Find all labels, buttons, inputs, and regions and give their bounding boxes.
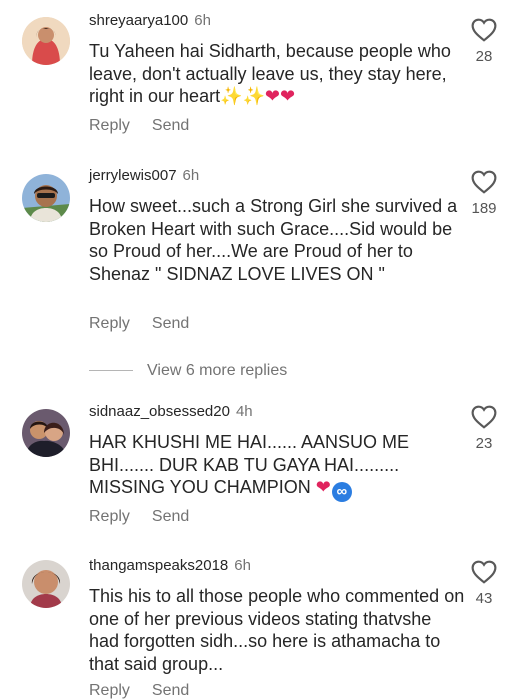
red-heart-icon: ❤ [315,477,331,497]
sparkles-icon: ✨✨ [220,86,265,106]
comment-text: How sweet...such a Strong Girl she survi… [89,195,465,285]
username[interactable]: shreyaarya100 [89,12,188,29]
heart-outline-icon[interactable] [471,18,497,42]
view-more-label[interactable]: View 6 more replies [147,362,287,379]
comment-body: This his to all those people who comment… [89,586,465,674]
like-count: 189 [471,200,497,217]
username[interactable]: sidnaaz_obsessed20 [89,403,230,420]
avatar[interactable] [22,174,70,222]
red-heart-icon: ❤❤ [264,86,296,106]
comment-text: HAR KHUSHI ME HAI...... AANSUO ME BHI...… [89,431,465,502]
comment-actions: Reply Send [89,682,189,700]
comment-text: Tu Yaheen hai Sidharth, because people w… [89,40,465,108]
reply-button[interactable]: Reply [89,508,130,525]
comment-meta: shreyaarya100 6h [89,12,211,30]
avatar[interactable] [22,560,70,608]
heart-outline-icon[interactable] [471,170,497,194]
comment-body: HAR KHUSHI ME HAI...... AANSUO ME BHI...… [89,432,410,497]
like-count: 43 [475,590,493,607]
like-count: 23 [475,435,493,452]
send-button[interactable]: Send [152,682,189,699]
comment-body: How sweet...such a Strong Girl she survi… [89,196,458,284]
comment-text: This his to all those people who comment… [89,585,465,675]
send-button[interactable]: Send [152,117,189,134]
avatar[interactable] [22,409,70,457]
heart-outline-icon[interactable] [471,560,497,584]
heart-outline-icon[interactable] [471,405,497,429]
replies-divider [89,370,133,372]
send-button[interactable]: Send [152,315,189,332]
reply-button[interactable]: Reply [89,682,130,699]
timestamp: 4h [235,403,253,420]
like-control: 23 [469,405,499,452]
username[interactable]: thangamspeaks2018 [89,557,228,574]
timestamp: 6h [234,557,251,574]
like-control: 189 [469,170,499,217]
infinity-icon: ∞ [331,482,352,502]
comment-actions: Reply Send [89,117,189,135]
comment-meta: sidnaaz_obsessed20 4h [89,403,253,421]
username[interactable]: jerrylewis007 [89,167,177,184]
timestamp: 6h [194,12,211,29]
avatar[interactable] [22,17,70,65]
view-more-replies[interactable]: View 6 more replies [89,360,287,382]
reply-button[interactable]: Reply [89,315,130,332]
timestamp: 6h [182,167,200,184]
like-count: 28 [475,48,493,65]
like-control: 28 [469,18,499,65]
comment-actions: Reply Send [89,508,189,526]
reply-button[interactable]: Reply [89,117,130,134]
comment-meta: jerrylewis007 6h [89,167,199,185]
comment-meta: thangamspeaks2018 6h [89,557,251,575]
comment-actions: Reply Send [89,315,189,333]
like-control: 43 [469,560,499,607]
send-button[interactable]: Send [152,508,189,525]
